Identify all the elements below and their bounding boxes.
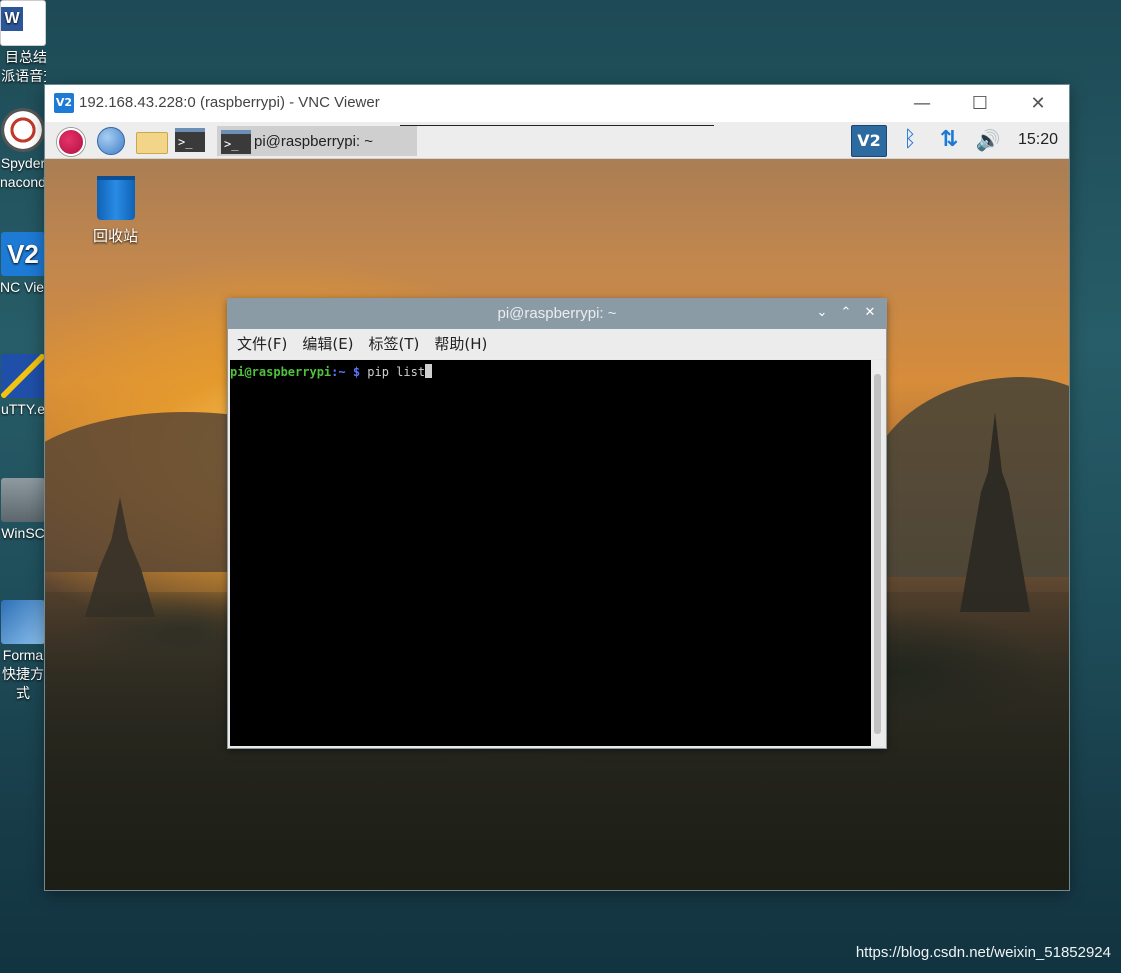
host-icon-label: Forma 快捷方式 (2, 647, 44, 701)
vnc-viewer-icon: V2 (1, 232, 45, 276)
taskbar-item-label: pi@raspberrypi: ~ (254, 133, 374, 150)
command-text: pip list (360, 365, 426, 379)
scrollbar-thumb[interactable] (874, 374, 881, 734)
host-icon-label: 目总结 树派语音交... (1, 49, 46, 84)
format-factory-icon (1, 600, 45, 644)
terminal-close-button[interactable]: ✕ (860, 303, 880, 323)
menu-file[interactable]: 文件(F) (237, 329, 287, 359)
menu-help[interactable]: 帮助(H) (434, 329, 487, 359)
terminal-title: pi@raspberrypi: ~ (497, 305, 617, 322)
host-icon-label: NC View (0, 279, 46, 295)
vnc-titlebar[interactable]: V2 192.168.43.228:0 (raspberrypi) - VNC … (45, 85, 1069, 122)
trash-icon (96, 176, 135, 220)
terminal-minimize-button[interactable]: ⌄ (812, 303, 832, 323)
host-icon-word[interactable]: W 目总结 树派语音交... (0, 0, 46, 86)
volume-icon[interactable]: 🔊 (973, 125, 1003, 155)
terminal-window: pi@raspberrypi: ~ ⌄ ⌃ ✕ 文件(F) 编辑(E) 标签(T) 帮… (228, 299, 886, 748)
prompt-user: pi@raspberrypi (230, 365, 332, 379)
terminal-screen[interactable]: pi@raspberrypi:~ $ pip list (230, 360, 871, 746)
text-cursor (425, 364, 433, 378)
host-icon-label: uTTY.e (0, 401, 46, 417)
terminal-titlebar[interactable]: pi@raspberrypi: ~ ⌄ ⌃ ✕ (228, 299, 886, 329)
watermark: https://blog.csdn.net/weixin_51852924 (855, 944, 1111, 961)
terminal-maximize-button[interactable]: ⌃ (836, 303, 856, 323)
menu-tabs[interactable]: 标签(T) (369, 329, 420, 359)
host-icon-spyder[interactable]: Spyder naconda (0, 108, 46, 192)
terminal-icon: >_ (221, 130, 251, 154)
menu-edit[interactable]: 编辑(E) (302, 329, 353, 359)
terminal-icon: >_ (175, 128, 205, 152)
terminal-launcher[interactable]: >_ (175, 126, 205, 154)
raspberry-icon (57, 128, 85, 156)
pi-panel: >_ >_ pi@raspberrypi: ~ V2 ᛒ ⇅ 🔊 15:20 (45, 122, 1069, 159)
vnc-server-tray-icon[interactable]: V2 (851, 125, 887, 157)
host-icon-putty[interactable]: uTTY.e (0, 354, 46, 419)
spyder-icon (1, 108, 45, 152)
file-manager-launcher[interactable] (136, 126, 168, 154)
vnc-app-icon: V2 (54, 93, 74, 113)
bluetooth-icon[interactable]: ᛒ (898, 125, 922, 155)
folder-icon (136, 132, 168, 154)
wallpaper-hill (865, 377, 1069, 577)
prompt-path: :~ (331, 365, 346, 379)
terminal-menubar: 文件(F) 编辑(E) 标签(T) 帮助(H) (228, 329, 886, 359)
remote-desktop[interactable]: >_ >_ pi@raspberrypi: ~ V2 ᛒ ⇅ 🔊 15:20 回… (45, 122, 1069, 890)
minimize-button[interactable]: — (893, 85, 951, 122)
host-icon-label: WinSC (1, 525, 45, 541)
taskbar-item-terminal[interactable]: >_ pi@raspberrypi: ~ (217, 126, 417, 156)
putty-icon (1, 354, 45, 398)
word-doc-icon: W (0, 0, 46, 46)
clock[interactable]: 15:20 (1015, 125, 1061, 155)
trash-label: 回收站 (92, 227, 138, 245)
vnc-window-title: 192.168.43.228:0 (raspberrypi) - VNC Vie… (79, 94, 380, 111)
vnc-viewer-window: V2 192.168.43.228:0 (raspberrypi) - VNC … (45, 85, 1069, 890)
raspberry-menu-button[interactable] (53, 126, 85, 156)
terminal-line: pi@raspberrypi:~ $ pip list (230, 364, 433, 379)
globe-icon (97, 127, 125, 155)
host-icon-winscp[interactable]: WinSC (0, 478, 46, 543)
maximize-button[interactable]: ☐ (951, 85, 1009, 122)
network-icon[interactable]: ⇅ (934, 125, 964, 155)
host-icon-label: Spyder naconda (0, 155, 46, 190)
trash-desktop-icon[interactable]: 回收站 (88, 176, 143, 246)
winscp-icon (1, 478, 45, 522)
browser-launcher[interactable] (96, 126, 126, 155)
host-icon-format[interactable]: Forma 快捷方式 (0, 600, 46, 703)
prompt-symbol: $ (345, 365, 361, 379)
terminal-scrollbar[interactable] (871, 360, 884, 746)
close-button[interactable]: ✕ (1009, 85, 1067, 122)
panel-divider (400, 122, 714, 126)
host-icon-vnc[interactable]: V2 NC View (0, 232, 46, 297)
